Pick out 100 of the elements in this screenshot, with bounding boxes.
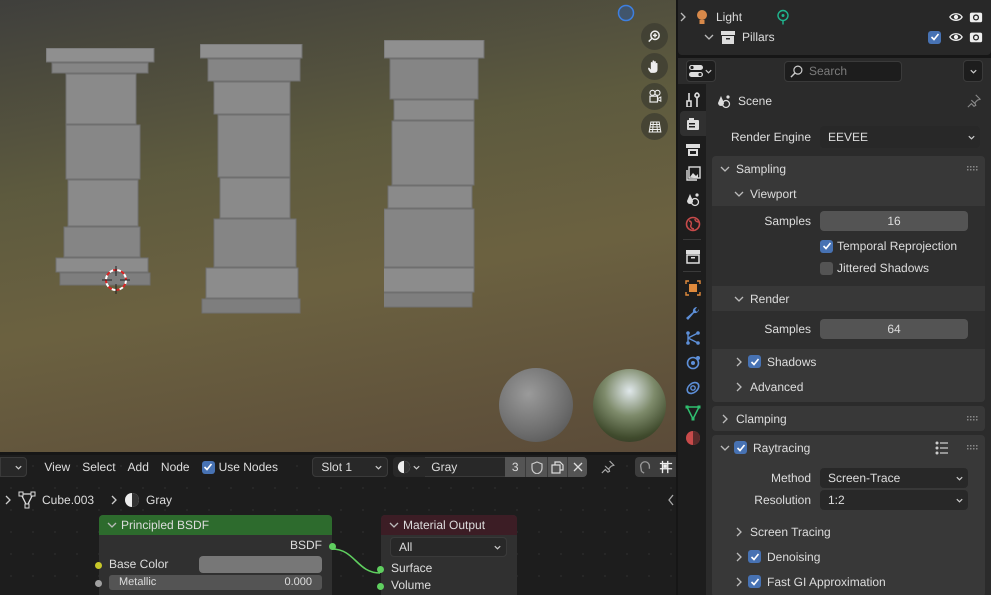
chevron-down-icon[interactable] [734,188,744,198]
fake-user-button[interactable] [525,457,548,477]
chevron-right-icon [110,495,118,505]
dropdown[interactable]: 1:2 [820,490,968,510]
checkbox-label[interactable]: Jittered Shadows [837,259,930,277]
checkbox[interactable] [928,30,941,44]
dropdown[interactable]: Screen-Trace [820,468,968,488]
camera-button[interactable] [641,83,668,110]
chevron-right-icon[interactable] [734,382,744,392]
editor-type-button[interactable] [686,60,716,82]
breadcrumb-item[interactable]: Cube.003 [42,491,94,509]
socket-label: Surface [391,560,432,576]
object-icon [685,280,701,296]
field-label: Method [770,471,811,485]
properties-tab[interactable] [680,111,706,136]
search-field[interactable]: Search [784,60,902,82]
eye-icon[interactable] [949,10,963,24]
checkbox-label[interactable]: Temporal Reprojection [837,237,958,255]
hand-button[interactable] [641,53,668,80]
checkbox[interactable] [748,550,761,563]
pin-icon[interactable] [600,460,615,474]
breadcrumb-item[interactable]: Gray [146,491,172,509]
value-slider[interactable]: Metallic 0.000 [109,574,322,590]
grid-button[interactable] [641,113,668,140]
dropdown[interactable]: All [390,537,507,557]
checkbox[interactable] [202,460,215,474]
material-browse-button[interactable] [393,457,426,477]
checkmark-icon [750,552,760,562]
drag-handle-icon[interactable] [967,444,979,450]
chevron-right-icon[interactable] [734,526,744,536]
subpanel-title[interactable]: Fast GI Approximation [767,572,886,590]
render-icon [685,116,701,132]
subpanel-title[interactable]: Render [750,290,790,308]
checkbox[interactable] [820,262,833,274]
scene-icon [685,190,701,206]
zoom-button[interactable] [641,23,668,50]
image-stack-icon [685,166,701,182]
checkbox[interactable] [748,575,761,588]
user-count-button[interactable]: 3 [505,457,526,477]
checkbox-label[interactable]: Use Nodes [218,458,278,476]
triangle-icon [685,404,701,420]
node-title: Principled BSDF [121,517,210,534]
camera-icon[interactable] [969,30,983,44]
drag-handle-icon[interactable] [967,416,979,422]
checkmark-icon [203,462,214,472]
panel-title[interactable]: Clamping [736,410,787,428]
checkmark-icon [930,32,940,42]
globe-icon [685,216,701,232]
chevron-down-icon[interactable] [734,294,744,304]
eye-icon[interactable] [949,30,963,44]
chevron-down-icon[interactable] [389,520,399,530]
menu-item[interactable]: Add [122,457,155,477]
dropdown[interactable]: Slot 1 [312,457,388,477]
field-label: Samples [764,214,811,228]
menu-item[interactable]: Node [154,457,196,477]
chevron-down-icon[interactable] [107,520,117,530]
checkbox[interactable] [748,355,761,368]
unlink-button[interactable] [567,457,588,477]
checkmark-icon [750,356,760,366]
copy-icon [551,460,564,474]
material-name-field[interactable]: Gray [425,457,506,477]
outliner-item-name[interactable]: Light [716,8,742,26]
camera-icon[interactable] [969,10,983,24]
chevron-down-icon[interactable] [704,32,714,42]
dropdown[interactable]: EEVEE [820,126,980,148]
socket-label: Volume [391,576,432,594]
pin-icon[interactable] [967,94,981,108]
menu-item[interactable]: View [38,457,76,477]
chevron-right-icon[interactable] [678,12,688,22]
chevron-right-icon[interactable] [734,576,744,586]
snap-grid-icon[interactable] [658,460,673,474]
number-field[interactable]: 16 [820,211,968,231]
sidebar-toggle-icon[interactable] [667,494,675,506]
duplicate-button[interactable] [547,457,568,477]
chevron-right-icon[interactable] [720,414,730,424]
chevron-right-icon[interactable] [734,552,744,562]
chevron-down-icon[interactable] [720,164,730,174]
tool-icon [685,90,701,106]
number-field[interactable]: 64 [820,319,968,339]
panel-title[interactable]: Sampling [736,160,786,178]
drag-handle-icon[interactable] [967,166,979,172]
options-dropdown[interactable] [963,60,983,82]
chevron-down-icon[interactable] [720,442,730,452]
subpanel-title[interactable]: Advanced [750,378,804,396]
subpanel-title[interactable]: Denoising [767,548,820,566]
menu-item[interactable]: Select [76,457,122,477]
checkbox[interactable] [734,441,747,454]
shield-icon [530,460,543,474]
checkbox[interactable] [820,240,833,252]
subpanel-title[interactable]: Shadows [767,352,816,370]
subpanel-title[interactable]: Viewport [750,184,796,202]
subpanel-title[interactable]: Screen Tracing [750,522,831,540]
panel-title[interactable]: Raytracing [753,438,810,456]
outliner-item-name[interactable]: Pillars [742,28,775,46]
orbit-icon [685,354,701,370]
magnet-icon[interactable] [638,460,652,474]
chevron-right-icon[interactable] [734,356,744,366]
light-data-icon [775,9,792,25]
color-swatch[interactable] [199,556,322,572]
list-icon[interactable] [935,440,949,454]
